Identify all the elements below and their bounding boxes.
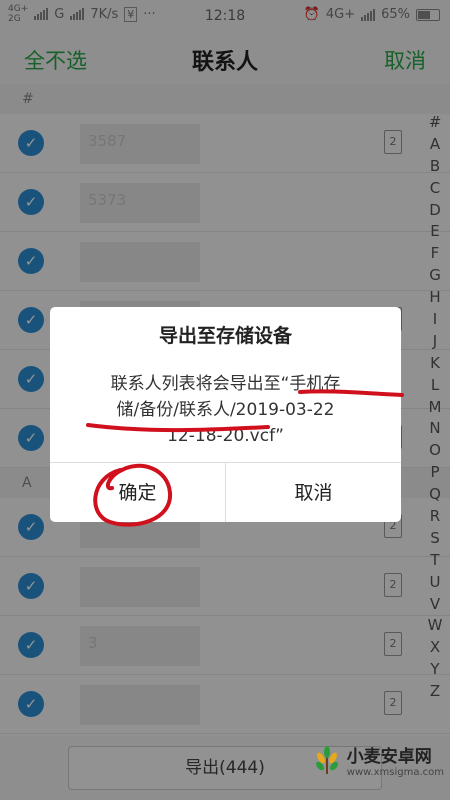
dialog-actions: 确定 取消 bbox=[50, 462, 401, 522]
dialog-message-line: 12-18-20.vcf” bbox=[167, 426, 284, 446]
wheat-logo-icon bbox=[315, 746, 338, 774]
watermark-text: 小麦安卓网 www.xmsigma.com bbox=[347, 742, 444, 778]
dialog-cancel-button[interactable]: 取消 bbox=[226, 463, 401, 522]
watermark: 小麦安卓网 www.xmsigma.com bbox=[311, 742, 444, 778]
confirm-button[interactable]: 确定 bbox=[50, 463, 225, 522]
export-dialog: 导出至存储设备 联系人列表将会导出至“手机存 储/备份/联系人/2019-03-… bbox=[50, 307, 401, 522]
dialog-message-line: 储/备份/联系人/2019-03-22 bbox=[116, 400, 335, 420]
dialog-message: 联系人列表将会导出至“手机存 储/备份/联系人/2019-03-22 12-18… bbox=[70, 371, 381, 449]
watermark-title: 小麦安卓网 bbox=[346, 747, 432, 767]
dialog-title: 导出至存储设备 bbox=[158, 325, 292, 347]
dialog-message-line: 联系人列表将会导出至“手机存 bbox=[110, 374, 341, 394]
watermark-url: www.xmsigma.com bbox=[346, 767, 444, 778]
